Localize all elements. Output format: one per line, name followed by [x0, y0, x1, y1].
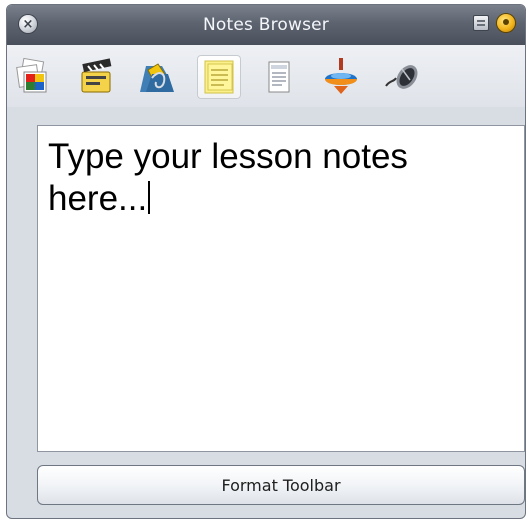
clapperboard-icon[interactable] [75, 55, 119, 99]
pin-icon[interactable] [473, 15, 489, 31]
attachments-icon[interactable] [135, 55, 179, 99]
text-caret [148, 181, 151, 214]
format-toolbar-label: Format Toolbar [221, 475, 341, 495]
gallery-icon[interactable] [13, 55, 57, 99]
window-title: Notes Browser [203, 15, 329, 35]
browser-toolbar [7, 45, 525, 107]
help-icon[interactable] [497, 14, 515, 32]
spinning-top-icon[interactable] [319, 55, 363, 99]
mouse-icon[interactable] [379, 55, 423, 99]
page-icon[interactable] [257, 55, 301, 99]
notes-text-area[interactable]: Type your lesson notes here... [37, 125, 525, 452]
title-bar[interactable]: × Notes Browser [7, 5, 525, 45]
notes-browser-window: × Notes Browser Type your lesson notes h… [6, 4, 526, 519]
format-toolbar-button[interactable]: Format Toolbar [37, 465, 525, 505]
notes-text: Type your lesson notes here... [48, 137, 408, 218]
sticky-notes-icon[interactable] [197, 55, 241, 99]
